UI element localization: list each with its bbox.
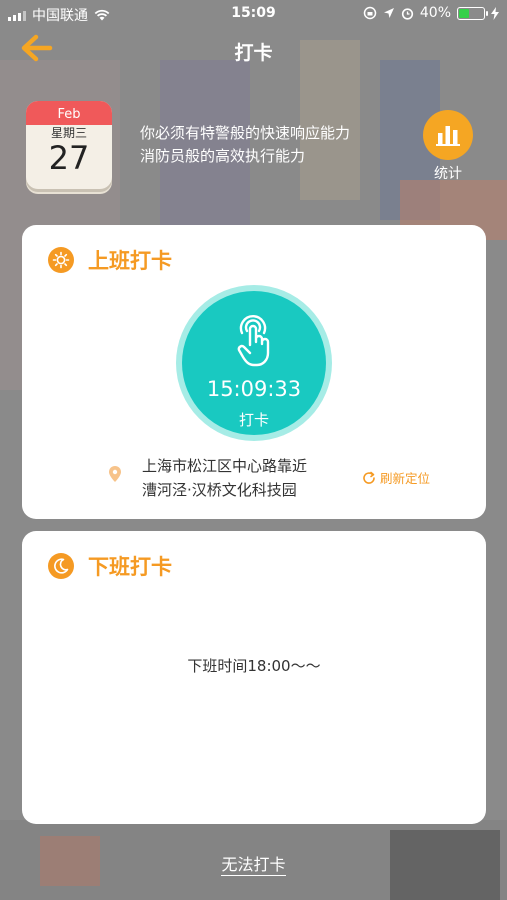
location-line-1: 上海市松江区中心路靠近	[142, 457, 308, 475]
calendar-day: 27	[48, 139, 90, 177]
clock-out-card: 下班打卡 下班时间18:00～～	[22, 531, 486, 824]
refresh-label: 刷新定位	[380, 471, 431, 486]
punch-time: 15:09:33	[206, 377, 302, 401]
status-bar: 中国联通 15:09 40%	[0, 0, 507, 28]
battery-percent: 40%	[419, 5, 451, 21]
refresh-location-button[interactable]: 刷新定位	[362, 468, 430, 487]
location-line-2: 漕河泾·汉桥文化科技园	[142, 481, 297, 499]
motto: 你必须有特警般的快速响应能力 消防员般的高效执行能力	[140, 122, 350, 168]
cannot-clock-in-link[interactable]: 无法打卡	[0, 851, 507, 876]
clock-in-card: 上班打卡 15:09:33 打卡 上海市松江区中心路靠近 漕河泾·汉桥文化科技园…	[22, 225, 486, 519]
stats-label: 统计	[434, 166, 462, 182]
stats-button[interactable]: 统计	[422, 110, 474, 183]
punch-button[interactable]: 15:09:33 打卡	[176, 285, 332, 441]
battery-icon	[457, 6, 488, 20]
motto-line-1: 你必须有特警般的快速响应能力	[140, 124, 351, 142]
location-pin-icon	[109, 466, 121, 482]
clock-in-title: 上班打卡	[88, 249, 172, 273]
refresh-icon	[363, 471, 375, 484]
sun-icon	[48, 247, 74, 273]
clock-out-time: 下班时间18:00～～	[187, 657, 321, 675]
cannot-clock-in-label: 无法打卡	[221, 855, 286, 876]
location-arrow-icon	[383, 8, 394, 18]
nav-bar: 打卡	[0, 30, 507, 70]
page-title: 打卡	[234, 42, 273, 64]
location-text: 上海市松江区中心路靠近 漕河泾·汉桥文化科技园	[142, 454, 307, 502]
motto-line-2: 消防员般的高效执行能力	[140, 147, 306, 165]
alarm-icon	[401, 7, 413, 20]
punch-label: 打卡	[238, 411, 269, 429]
calendar-month: Feb	[26, 101, 112, 125]
calendar-icon: Feb 星期三 27	[26, 101, 112, 189]
clock-out-title: 下班打卡	[88, 555, 172, 579]
tap-hand-icon	[237, 315, 270, 367]
bar-chart-icon	[436, 126, 460, 146]
charging-icon	[491, 6, 499, 20]
screen-lock-icon	[363, 6, 377, 20]
moon-icon	[48, 553, 74, 579]
